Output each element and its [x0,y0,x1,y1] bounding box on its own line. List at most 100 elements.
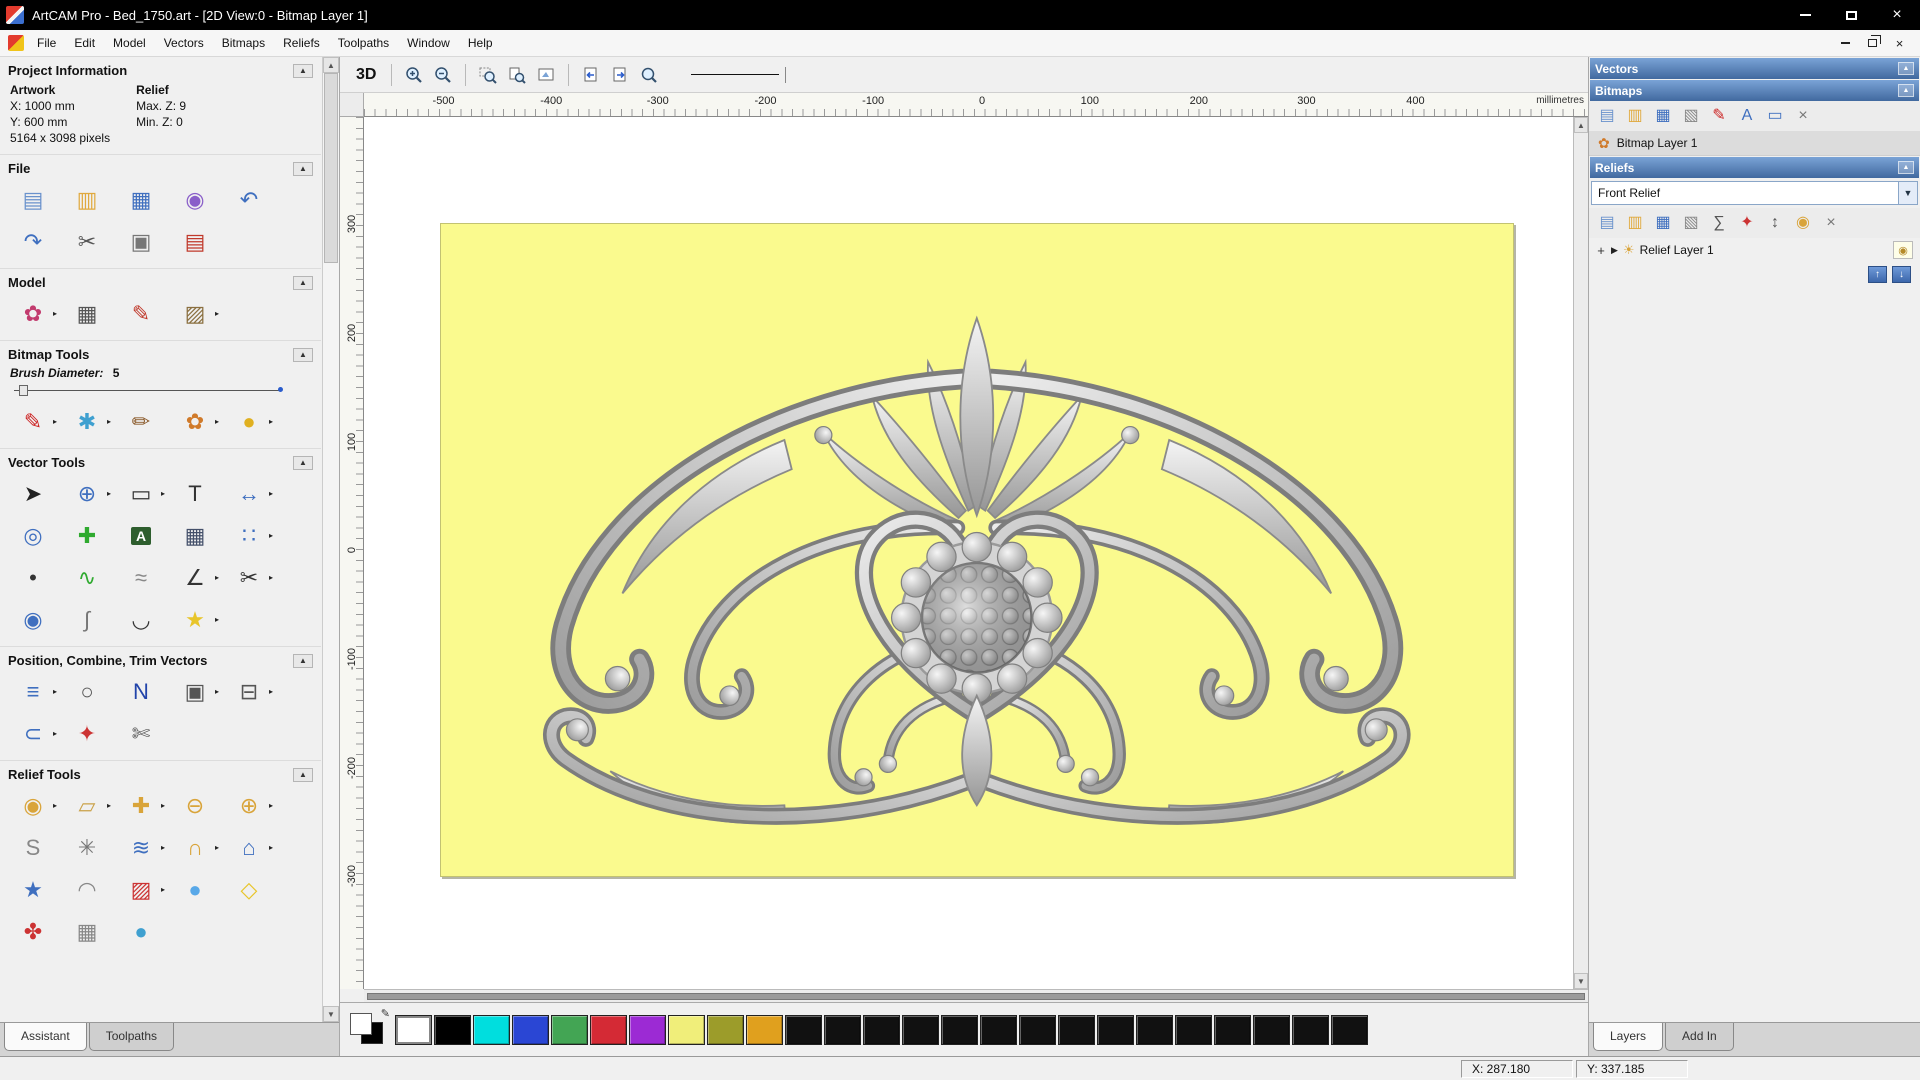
canvas-vertical-scrollbar[interactable]: ▲ ▼ [1573,117,1588,989]
color-swatch[interactable] [941,1014,978,1045]
color-swatch[interactable] [785,1014,822,1045]
primary-secondary-color-indicator[interactable]: ✎ [346,1008,392,1051]
dropdown-arrow-icon[interactable]: ▸ [53,687,57,696]
cut-icon[interactable]: ✂ [66,224,108,260]
bitmaps-header[interactable]: Bitmaps ▲ [1590,80,1919,101]
delete-relief-layer-icon[interactable]: × [1818,211,1844,235]
menu-reliefs[interactable]: Reliefs [274,32,329,54]
group-vectors-icon[interactable]: ▣ ▸ [174,674,219,710]
model-properties-icon[interactable]: ✿ ▸ [12,296,57,332]
color-swatch[interactable] [668,1014,705,1045]
dropdown-arrow-icon[interactable]: ▸ [161,885,165,894]
dropdown-arrow-icon[interactable]: ▸ [269,801,273,810]
weave-wizard-icon[interactable]: ✳ [66,830,108,866]
dropdown-arrow-icon[interactable]: ▸ [107,417,111,426]
interactive-sculpt-icon[interactable]: ● [174,872,216,908]
relief-selector-dropdown[interactable]: Front Relief ▼ [1591,181,1918,205]
canvas-horizontal-scrollbar[interactable] [364,989,1588,1002]
model-image-icon[interactable]: ▨ ▸ [174,296,219,332]
color-swatch[interactable] [512,1014,549,1045]
chevron-down-icon[interactable]: ▼ [1898,182,1917,204]
bitmap-layer-item[interactable]: ✿ Bitmap Layer 1 [1589,131,1920,156]
move-layer-up-button[interactable]: ↑ [1868,266,1887,283]
copy-icon[interactable]: ▣ [120,224,162,260]
collapse-section-button[interactable]: ▲ [293,161,313,176]
cross-hatch-icon[interactable]: ✦ [66,716,108,752]
menu-window[interactable]: Window [398,32,459,54]
texture-relief-icon[interactable]: ▨ ▸ [120,872,165,908]
create-polyline-icon[interactable]: ∠ ▸ [174,560,219,596]
primary-color-swatch[interactable] [350,1012,372,1035]
star-relief-icon[interactable]: ★ [12,872,54,908]
color-swatch[interactable] [473,1014,510,1045]
snap-grid-icon[interactable]: ▦ [174,518,216,554]
offset-vectors-icon[interactable]: ◎ [12,518,54,554]
layer-visibility-icon[interactable]: ◉ [1893,241,1913,259]
dropdown-arrow-icon[interactable]: ▸ [215,615,219,624]
mdi-minimize-button[interactable] [1835,34,1856,52]
dropdown-arrow-icon[interactable]: ▸ [215,843,219,852]
scroll-down-icon[interactable]: ▼ [1574,973,1588,989]
paint-layer-icon[interactable]: ✎ [1706,104,1732,128]
collapse-section-button[interactable]: ▲ [293,767,313,782]
collapse-section-button[interactable]: ▲ [293,275,313,290]
dropdown-arrow-icon[interactable]: ▸ [269,573,273,582]
redo-icon[interactable]: ↷ [12,224,54,260]
minimize-button[interactable] [1782,0,1828,30]
subtract-relief-icon[interactable]: ⊖ [174,788,216,824]
color-swatch[interactable] [1136,1014,1173,1045]
dropdown-arrow-icon[interactable]: ▸ [269,531,273,540]
color-swatch[interactable] [434,1014,471,1045]
menu-toolpaths[interactable]: Toolpaths [329,32,398,54]
dropdown-arrow-icon[interactable]: ▸ [269,417,273,426]
relief-wizard-icon[interactable]: ✦ [1734,211,1760,235]
color-swatch[interactable] [863,1014,900,1045]
add-relief-layer-button[interactable]: + [1596,243,1606,258]
dropdown-arrow-icon[interactable]: ▸ [53,729,57,738]
color-swatch[interactable] [551,1014,588,1045]
color-swatch[interactable] [1331,1014,1368,1045]
color-swatch[interactable] [707,1014,744,1045]
slice-vectors-icon[interactable]: ⊟ ▸ [228,674,273,710]
import-relief-icon[interactable]: ▧ [1678,211,1704,235]
face-wizard-icon[interactable]: ✤ [12,914,54,950]
dropdown-arrow-icon[interactable]: ▸ [53,801,57,810]
menu-edit[interactable]: Edit [65,32,104,54]
color-swatch[interactable] [824,1014,861,1045]
slider-handle[interactable] [19,385,28,396]
dropdown-arrow-icon[interactable]: ▸ [53,417,57,426]
block-array-copy-icon[interactable]: ∷ ▸ [228,518,273,554]
freehand-curve-icon[interactable]: ∿ [66,560,108,596]
dropdown-arrow-icon[interactable]: ▸ [269,687,273,696]
color-swatch[interactable] [1058,1014,1095,1045]
create-doughnut-icon[interactable]: ◉ [12,602,54,638]
close-button[interactable]: × [1874,0,1920,30]
dome-relief-icon[interactable]: ◠ [66,872,108,908]
menu-file[interactable]: File [28,32,65,54]
dropdown-arrow-icon[interactable]: ▸ [215,687,219,696]
two-rail-sweep-icon[interactable]: ∩ ▸ [174,830,219,866]
scrollbar-thumb[interactable] [324,73,338,263]
line-style-dropdown[interactable] [785,66,787,83]
trim-vectors-icon[interactable]: ✄ [120,716,162,752]
menu-help[interactable]: Help [459,32,502,54]
weld-vectors-icon[interactable]: ⊂ ▸ [12,716,57,752]
create-rectangle-icon[interactable]: ▭ ▸ [120,476,165,512]
collapse-section-button[interactable]: ▲ [293,347,313,362]
menu-model[interactable]: Model [104,32,155,54]
pick-colour-icon[interactable]: ✏ [120,404,162,440]
expand-chevron-icon[interactable]: ▶ [1611,245,1618,256]
save-bitmap-layer-icon[interactable]: ▦ [1650,104,1676,128]
color-swatch[interactable] [1292,1014,1329,1045]
palette-icon[interactable]: ✿ ▸ [174,404,219,440]
measure-icon[interactable]: ↔ ▸ [228,476,273,512]
color-swatch[interactable] [590,1014,627,1045]
dropdown-arrow-icon[interactable]: ▸ [215,417,219,426]
flood-fill-icon[interactable]: ● ▸ [228,404,273,440]
greyscale-texture-icon[interactable]: ▦ [66,296,108,332]
dropdown-arrow-icon[interactable]: ▸ [215,309,219,318]
offset-relief-icon[interactable]: ≋ ▸ [120,830,165,866]
curve-edit-icon[interactable]: ∫ [66,602,108,638]
mdi-restore-button[interactable] [1862,34,1883,52]
open-relief-layer-icon[interactable]: ▥ [1622,211,1648,235]
